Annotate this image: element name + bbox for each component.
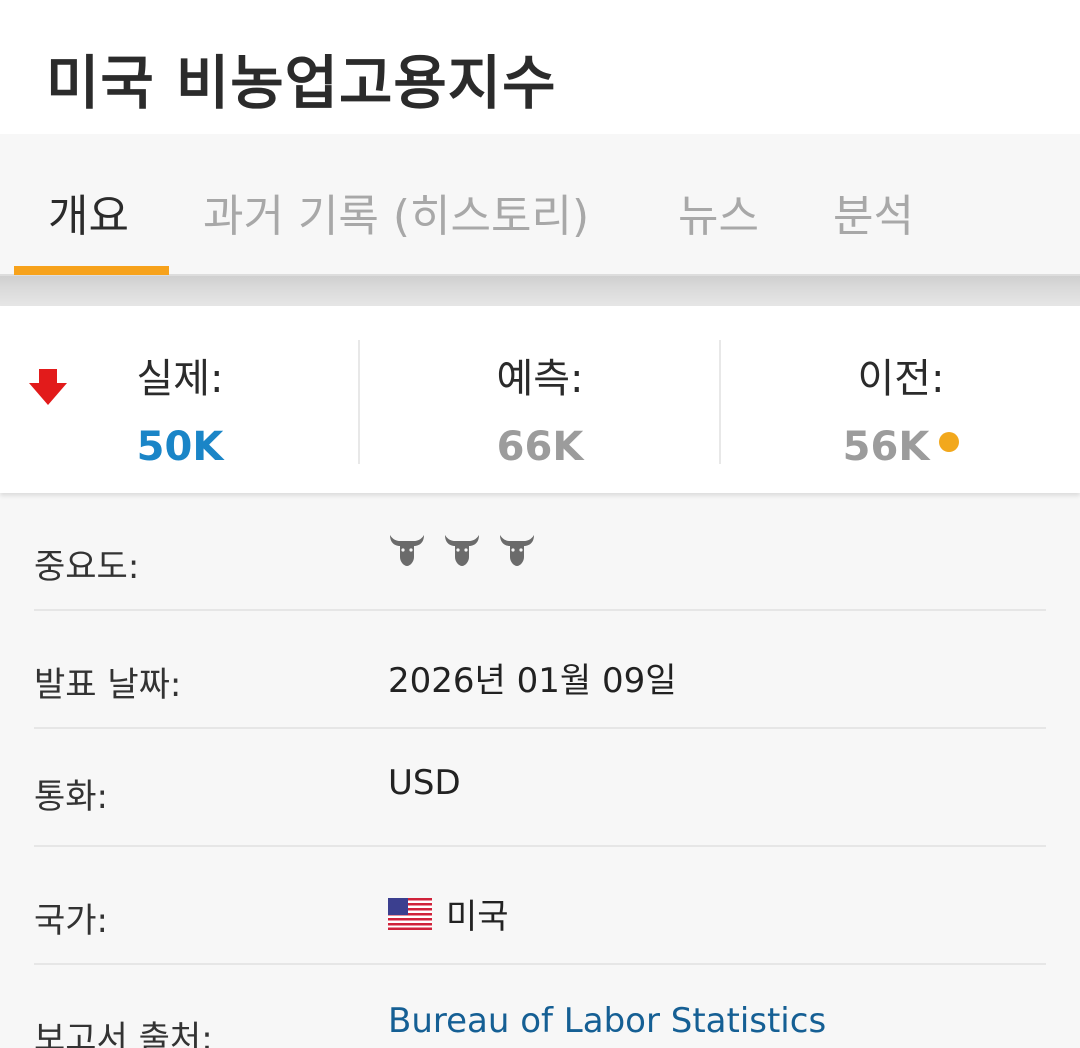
importance-rating — [388, 531, 548, 571]
tab-news[interactable]: 뉴스 — [678, 180, 759, 244]
us-flag-icon — [388, 898, 432, 930]
section-divider — [0, 276, 1080, 306]
currency-value: USD — [388, 763, 461, 803]
tab-bar: 개요 과거 기록 (히스토리) 뉴스 분석 — [0, 134, 1080, 276]
currency-label: 통화: — [34, 777, 109, 817]
tab-history[interactable]: 과거 기록 (히스토리) — [203, 180, 589, 244]
bull-icon — [390, 535, 424, 566]
page-header: 미국 비농업고용지수 — [0, 0, 1080, 134]
stat-actual-value: 50K — [136, 424, 224, 470]
stat-previous: 이전: 56K — [781, 346, 1021, 470]
stat-forecast-label: 예측: — [496, 356, 584, 402]
release-date-value: 2026년 01월 09일 — [388, 661, 677, 701]
bull-icon — [445, 535, 480, 566]
source-label: 보고서 출처: — [34, 1019, 213, 1048]
source-link[interactable]: Bureau of Labor Statistics — [388, 1001, 826, 1041]
stat-divider — [358, 340, 360, 464]
country-name: 미국 — [446, 897, 509, 937]
tab-overview[interactable]: 개요 — [48, 180, 129, 244]
stat-actual-label: 실제: — [136, 356, 224, 402]
country-value: 미국 — [388, 889, 509, 938]
stat-previous-label: 이전: — [857, 356, 945, 402]
detail-row-country: 국가: 미국 — [34, 847, 1046, 965]
stat-actual: 실제: 50K — [60, 346, 300, 470]
active-tab-indicator — [14, 266, 169, 275]
detail-row-importance: 중요도: — [34, 493, 1046, 611]
bull-icon — [500, 535, 535, 566]
detail-row-source: 보고서 출처: Bureau of Labor Statistics — [34, 965, 1046, 1048]
page-title: 미국 비농업고용지수 — [46, 49, 557, 117]
details-list: 중요도: 발표 날짜: 2026년 01월 09일 통화: USD 국가: 미국… — [34, 493, 1046, 1048]
stat-previous-value: 56K — [842, 424, 930, 470]
detail-row-currency: 통화: USD — [34, 729, 1046, 847]
detail-row-release-date: 발표 날짜: 2026년 01월 09일 — [34, 611, 1046, 729]
stats-panel: 실제: 50K 예측: 66K 이전: 56K — [0, 306, 1080, 493]
stat-previous-value-wrap: 56K — [781, 424, 1021, 470]
stat-divider — [719, 340, 721, 464]
release-date-label: 발표 날짜: — [34, 665, 182, 705]
importance-label: 중요도: — [34, 547, 140, 587]
revision-dot-icon — [939, 432, 960, 452]
stat-forecast: 예측: 66K — [420, 346, 660, 470]
tab-analysis[interactable]: 분석 — [833, 180, 914, 244]
stat-forecast-value: 66K — [496, 424, 584, 470]
country-label: 국가: — [34, 901, 109, 941]
